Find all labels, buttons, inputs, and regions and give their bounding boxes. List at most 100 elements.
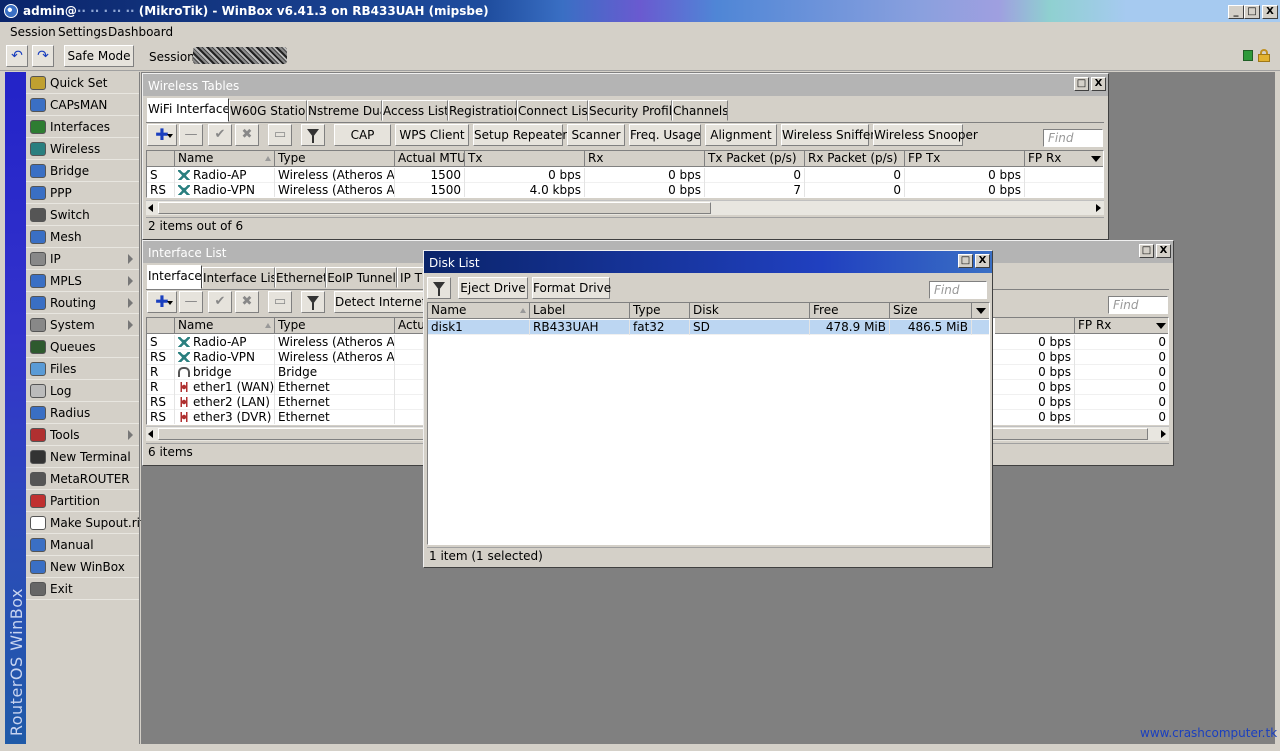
format-drive-button[interactable]: Format Drive — [532, 277, 611, 299]
sidebar-item-routing[interactable]: Routing — [26, 292, 139, 314]
column-header-type[interactable]: Type — [275, 318, 395, 334]
setup-repeater-button[interactable]: Setup Repeater — [473, 124, 567, 146]
disk-find-input[interactable]: Find — [929, 281, 987, 299]
tab-connect-list[interactable]: Connect List — [517, 100, 588, 121]
tab-eoip-tunnel[interactable]: EoIP Tunnel — [326, 267, 397, 288]
sidebar-item-exit[interactable]: Exit — [26, 578, 139, 600]
column-header-disk[interactable]: Disk — [690, 303, 810, 319]
column-chooser-dropdown[interactable] — [972, 303, 989, 319]
menu-session[interactable]: Session — [10, 25, 56, 39]
column-header-flags[interactable] — [147, 318, 175, 334]
column-header-tx-packet-p-s-[interactable]: Tx Packet (p/s) — [705, 151, 805, 167]
tab-registration[interactable]: Registration — [448, 100, 517, 121]
disable-button[interactable]: ✖ — [235, 124, 259, 146]
column-header-fp-rx[interactable]: FP Rx — [1075, 318, 1155, 334]
tab-w60g-station[interactable]: W60G Station — [229, 100, 307, 121]
sidebar-item-bridge[interactable]: Bridge — [26, 160, 139, 182]
interface-enable-button[interactable]: ✔ — [208, 291, 232, 313]
interface-disable-button[interactable]: ✖ — [235, 291, 259, 313]
column-header-actual-mtu[interactable]: Actual MTU — [395, 151, 465, 167]
sidebar-item-files[interactable]: Files — [26, 358, 139, 380]
tab-nstreme-dual[interactable]: Nstreme Dual — [307, 100, 382, 121]
column-header-type[interactable]: Type — [630, 303, 690, 319]
enable-button[interactable]: ✔ — [208, 124, 232, 146]
column-header-tx[interactable]: Tx — [465, 151, 585, 167]
detect-internet-button[interactable]: Detect Internet — [334, 291, 426, 313]
scanner-button[interactable]: Scanner — [567, 124, 625, 146]
interface-remove-button[interactable]: — — [179, 291, 203, 313]
disk-filter-button[interactable] — [427, 277, 451, 299]
minimize-button[interactable]: _ — [1228, 5, 1244, 19]
sidebar-item-new-winbox[interactable]: New WinBox — [26, 556, 139, 578]
sidebar-item-system[interactable]: System — [26, 314, 139, 336]
tab-interface-list[interactable]: Interface List — [202, 267, 275, 288]
sidebar-item-ip[interactable]: IP — [26, 248, 139, 270]
sidebar-item-capsman[interactable]: CAPsMAN — [26, 94, 139, 116]
interface-close-button[interactable]: X — [1156, 244, 1171, 258]
table-row[interactable]: RS Radio-VPN Wireless (Atheros AR5... 1500 4… — [147, 183, 1103, 197]
add-button[interactable]: ✚ — [147, 124, 177, 146]
interface-comment-button[interactable]: ▭ — [268, 291, 292, 313]
sidebar-item-manual[interactable]: Manual — [26, 534, 139, 556]
sidebar-item-log[interactable]: Log — [26, 380, 139, 402]
tab-interface[interactable]: Interface — [147, 265, 202, 289]
disk-list-title-bar[interactable]: Disk List □ X — [424, 251, 992, 273]
tab-wifi-interfaces[interactable]: WiFi Interfaces — [147, 98, 229, 122]
redo-button[interactable]: ↷ — [32, 45, 54, 67]
column-header-fp-tx[interactable]: FP Tx — [905, 151, 1025, 167]
sidebar-item-partition[interactable]: Partition — [26, 490, 139, 512]
column-chooser-dropdown[interactable] — [1152, 318, 1168, 334]
column-header-size[interactable]: Size — [890, 303, 972, 319]
interface-filter-button[interactable] — [301, 291, 325, 313]
alignment-button[interactable]: Alignment — [705, 124, 777, 146]
comment-button[interactable]: ▭ — [268, 124, 292, 146]
sidebar-item-mesh[interactable]: Mesh — [26, 226, 139, 248]
table-row[interactable]: S Radio-AP Wireless (Atheros AR5... 1500 0 b… — [147, 168, 1103, 183]
disk-maximize-button[interactable]: □ — [958, 254, 973, 268]
close-button[interactable]: X — [1262, 5, 1278, 19]
column-header-label[interactable]: Label — [530, 303, 630, 319]
tab-ethernet[interactable]: Ethernet — [275, 267, 326, 288]
sidebar-item-interfaces[interactable]: Interfaces — [26, 116, 139, 138]
scroll-right-icon[interactable] — [1161, 430, 1166, 438]
filter-button[interactable] — [301, 124, 325, 146]
column-header-name[interactable]: Name — [428, 303, 530, 319]
wps-client-button[interactable]: WPS Client — [395, 124, 469, 146]
tab-ip-t[interactable]: IP T — [397, 267, 425, 288]
sidebar-item-queues[interactable]: Queues — [26, 336, 139, 358]
tab-security-profiles[interactable]: Security Profiles — [588, 100, 672, 121]
interface-find-input[interactable]: Find — [1108, 296, 1168, 314]
wireless-snooper-button[interactable]: Wireless Snooper — [873, 124, 978, 146]
wireless-find-input[interactable]: Find — [1043, 129, 1103, 147]
scroll-left-icon[interactable] — [148, 430, 153, 438]
menu-dashboard[interactable]: Dashboard — [108, 25, 173, 39]
column-header-free[interactable]: Free — [810, 303, 890, 319]
column-header-type[interactable]: Type — [275, 151, 395, 167]
column-header-rx[interactable]: Rx — [585, 151, 705, 167]
undo-button[interactable]: ↶ — [6, 45, 28, 67]
column-header-name[interactable]: Name — [175, 318, 275, 334]
interface-maximize-button[interactable]: □ — [1139, 244, 1154, 258]
wireless-maximize-button[interactable]: □ — [1074, 77, 1089, 91]
scroll-left-icon[interactable] — [148, 204, 153, 212]
scroll-right-icon[interactable] — [1096, 204, 1101, 212]
sidebar-item-radius[interactable]: Radius — [26, 402, 139, 424]
column-header-name[interactable]: Name — [175, 151, 275, 167]
table-row[interactable]: disk1 RB433UAH fat32 SD 478.9 MiB 486.5 MiB — [428, 320, 989, 335]
tab-channels[interactable]: Channels — [672, 100, 728, 121]
sidebar-item-tools[interactable]: Tools — [26, 424, 139, 446]
column-header-flags[interactable] — [147, 151, 175, 167]
column-chooser-dropdown[interactable] — [1087, 151, 1103, 167]
sidebar-item-make-supout-rif[interactable]: Make Supout.rif — [26, 512, 144, 534]
wireless-horizontal-scrollbar[interactable] — [146, 200, 1104, 215]
scroll-thumb[interactable] — [158, 202, 711, 214]
eject-drive-button[interactable]: Eject Drive — [458, 277, 528, 299]
safe-mode-button[interactable]: Safe Mode — [64, 45, 134, 67]
winbox-app-icon[interactable] — [4, 4, 18, 18]
sidebar-item-metarouter[interactable]: MetaROUTER — [26, 468, 139, 490]
sidebar-item-quick-set[interactable]: Quick Set — [26, 72, 139, 94]
remove-button[interactable]: — — [179, 124, 203, 146]
disk-close-button[interactable]: X — [975, 254, 990, 268]
freq-usage-button[interactable]: Freq. Usage — [629, 124, 701, 146]
column-header-rx-packet-p-s-[interactable]: Rx Packet (p/s) — [805, 151, 905, 167]
